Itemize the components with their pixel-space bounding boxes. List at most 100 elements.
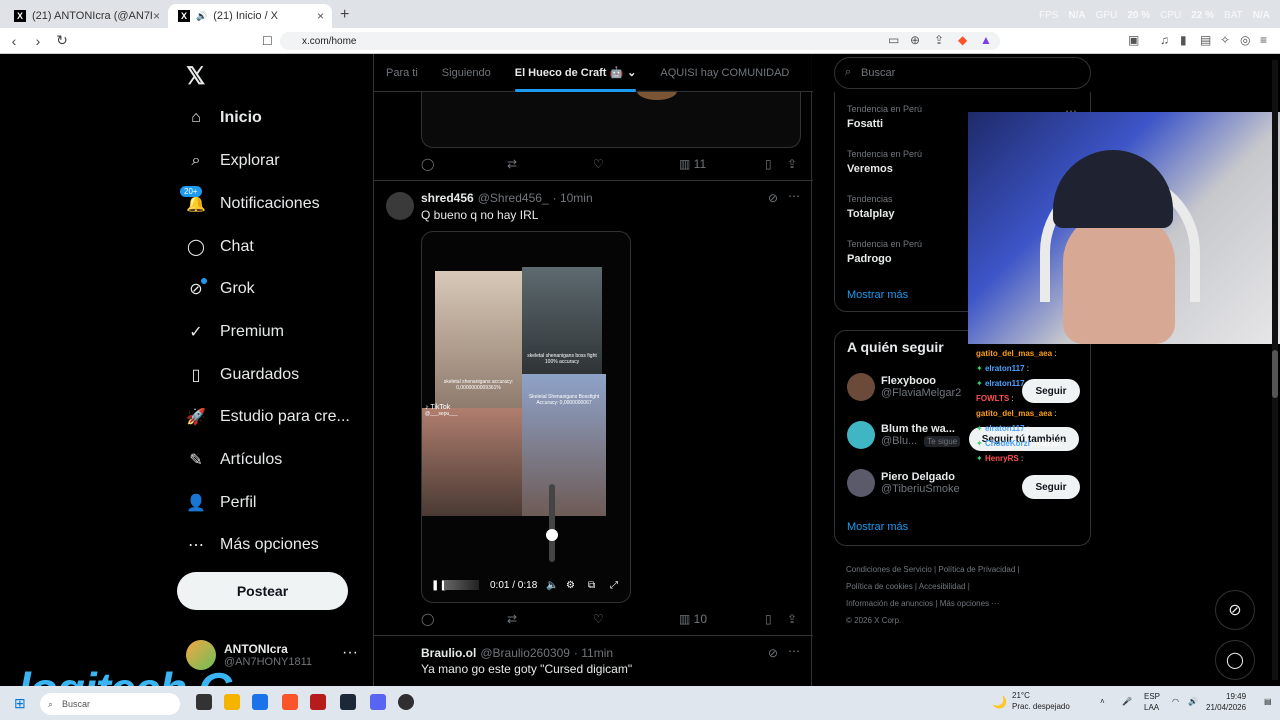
show-more-trends-link[interactable]: Mostrar más xyxy=(847,289,908,301)
footer-link[interactable]: Más opciones ··· xyxy=(940,599,1000,608)
browser-tab-profile[interactable]: X (21) ANTONIcra (@AN7HONY1811) · × xyxy=(4,4,168,28)
steam-icon[interactable] xyxy=(340,694,356,710)
repost-icon[interactable]: ⇄ xyxy=(507,612,517,626)
weather-widget[interactable]: 21°C Prac. despejado xyxy=(1012,690,1070,712)
settings-icon[interactable]: ⚙ xyxy=(566,580,575,591)
more-icon[interactable]: ⋯ xyxy=(788,644,800,658)
brave-rewards-icon[interactable]: ▲ xyxy=(980,33,992,47)
repost-icon[interactable]: ⇄ xyxy=(507,157,517,171)
tab-para-ti[interactable]: Para ti xyxy=(374,54,430,92)
like-icon[interactable]: ♡ xyxy=(593,157,604,171)
notification-center-icon[interactable]: ▤ xyxy=(1264,697,1272,706)
reply-icon[interactable]: ◯ xyxy=(421,157,434,171)
nav-item-articulos[interactable]: ✎ Artículos xyxy=(186,450,282,470)
store-icon[interactable] xyxy=(252,694,268,710)
tab-aquisi-hay-comunidad[interactable]: AQUISI hay COMUNIDAD xyxy=(648,54,801,92)
grok-fab-button[interactable]: ⊘ xyxy=(1215,590,1255,630)
show-more-follow-link[interactable]: Mostrar más xyxy=(847,521,908,533)
forward-icon[interactable]: › xyxy=(28,33,48,49)
zoom-icon[interactable]: ⊕ xyxy=(910,33,920,47)
page-scrollbar[interactable] xyxy=(1272,60,1278,680)
close-tab-icon[interactable]: × xyxy=(317,9,324,23)
nav-item-estudio[interactable]: 🚀 Estudio para cre... xyxy=(186,407,350,427)
nav-item-mas-opciones[interactable]: ⋯ Más opciones xyxy=(186,535,319,555)
fullscreen-icon[interactable]: ⤢ xyxy=(610,580,618,591)
chat-fab-button[interactable]: ◯ xyxy=(1215,640,1255,680)
author-handle[interactable]: @Shred456_ xyxy=(478,191,549,205)
share-icon[interactable]: ⇪ xyxy=(934,33,944,47)
nav-item-chat[interactable]: ◯ Chat xyxy=(186,237,254,257)
system-clock[interactable]: 19:49 21/04/2026 xyxy=(1206,691,1246,713)
follow-button[interactable]: Seguir xyxy=(1022,475,1080,499)
app-icon[interactable] xyxy=(310,694,326,710)
avatar[interactable] xyxy=(386,192,414,220)
follow-suggestion[interactable]: Piero Delgado @TiberiuSmoke xyxy=(847,469,960,497)
file-explorer-icon[interactable] xyxy=(224,694,240,710)
tab-siguiendo[interactable]: Siguiendo xyxy=(430,54,503,92)
nav-item-perfil[interactable]: 👤 Perfil xyxy=(186,493,256,513)
scrollbar-thumb[interactable] xyxy=(1272,350,1278,398)
bookmark-star-icon[interactable]: ☐ xyxy=(262,34,273,48)
progress-scrubber[interactable] xyxy=(444,580,479,590)
video-player[interactable]: skeletal shenanigans accuracy: 0,0000000… xyxy=(421,231,631,603)
reader-icon[interactable]: ▮ xyxy=(1180,33,1187,47)
close-tab-icon[interactable]: × xyxy=(153,9,160,23)
browser-tab-home[interactable]: X 🔊 (21) Inicio / X × xyxy=(168,4,332,28)
more-icon[interactable]: ··· xyxy=(342,644,358,662)
footer-link[interactable]: Accesibilidad xyxy=(919,582,966,591)
nav-item-inicio[interactable]: ⌂ Inicio xyxy=(186,108,262,128)
taskbar-search[interactable]: ⌕ Buscar xyxy=(40,693,180,715)
views-icon[interactable]: ▥ 11 xyxy=(679,157,706,171)
pip-icon[interactable]: ⧉ xyxy=(588,580,595,591)
previous-tweet-media[interactable] xyxy=(421,90,801,148)
post-button[interactable]: Postear xyxy=(177,572,348,610)
bookmark-icon[interactable]: ▯ xyxy=(765,157,772,171)
chevron-up-icon[interactable]: ˄ xyxy=(1100,697,1105,706)
grok-icon[interactable]: ⊘ xyxy=(768,646,778,660)
leo-icon[interactable]: ✧ xyxy=(1220,33,1230,47)
volume-slider[interactable] xyxy=(546,484,558,562)
share-icon[interactable]: ⇪ xyxy=(787,612,797,626)
volume-knob[interactable] xyxy=(546,529,558,541)
nav-item-premium[interactable]: ✓ Premium xyxy=(186,322,284,342)
tab-el-hueco-de-craft[interactable]: El Hueco de Craft 🤖 ⌄ xyxy=(503,54,649,92)
follow-suggestion[interactable]: Flexybooo @FlaviaMelgar2 xyxy=(847,373,961,401)
tweet-time[interactable]: · 11min xyxy=(574,646,613,660)
trend-item[interactable]: Tendencia en Perú Padrogo xyxy=(847,239,922,265)
search-input[interactable]: ⌕ Buscar xyxy=(834,57,1091,89)
nav-item-grok[interactable]: ⊘ Grok xyxy=(186,278,255,299)
task-view-icon[interactable] xyxy=(196,694,212,710)
vpn-icon[interactable]: ◎ xyxy=(1240,33,1250,47)
nav-item-explorar[interactable]: ⌕ Explorar xyxy=(186,151,280,171)
wifi-icon[interactable]: ◠ xyxy=(1172,697,1179,706)
views-icon[interactable]: ▥ 10 xyxy=(679,612,707,626)
author-handle[interactable]: @Braulio260309 xyxy=(480,646,570,660)
author-name[interactable]: Braulio.ol xyxy=(421,646,476,660)
footer-link[interactable]: Condiciones de Servicio xyxy=(846,565,932,574)
footer-link[interactable]: Política de cookies xyxy=(846,582,913,591)
trend-item[interactable]: Tendencias Totalplay xyxy=(847,194,894,220)
language-indicator[interactable]: ESP LAA xyxy=(1144,691,1160,713)
nav-item-guardados[interactable]: ▯ Guardados xyxy=(186,365,300,385)
follow-suggestion[interactable]: Blum the wa... @Blu... Te sigue xyxy=(847,421,961,449)
volume-icon[interactable]: 🔈 xyxy=(546,580,558,591)
mic-icon[interactable]: 🎤 xyxy=(1122,697,1132,706)
tweet-time[interactable]: · 10min xyxy=(553,191,593,205)
chevron-down-icon[interactable]: ⌄ xyxy=(627,66,636,79)
music-icon[interactable]: ♫ xyxy=(1160,33,1169,47)
more-icon[interactable]: ⋯ xyxy=(788,189,800,203)
trend-item[interactable]: Tendencia en Perú Veremos xyxy=(847,149,922,175)
new-tab-button[interactable]: + xyxy=(340,6,349,24)
back-icon[interactable]: ‹ xyxy=(4,33,24,49)
volume-icon[interactable]: 🔊 xyxy=(1188,697,1198,706)
footer-link[interactable]: Política de Privacidad xyxy=(938,565,1015,574)
nav-item-notificaciones[interactable]: 🔔 20+ Notificaciones xyxy=(180,186,320,214)
obs-icon[interactable] xyxy=(398,694,414,710)
author-name[interactable]: shred456 xyxy=(421,191,474,205)
discord-icon[interactable] xyxy=(370,694,386,710)
cast-icon[interactable]: ▭ xyxy=(888,33,899,47)
sidebar-toggle-icon[interactable]: ▣ xyxy=(1128,33,1139,47)
footer-link[interactable]: Información de anuncios xyxy=(846,599,933,608)
x-logo-icon[interactable]: 𝕏 xyxy=(186,62,205,91)
bookmark-icon[interactable]: ▯ xyxy=(765,612,772,626)
